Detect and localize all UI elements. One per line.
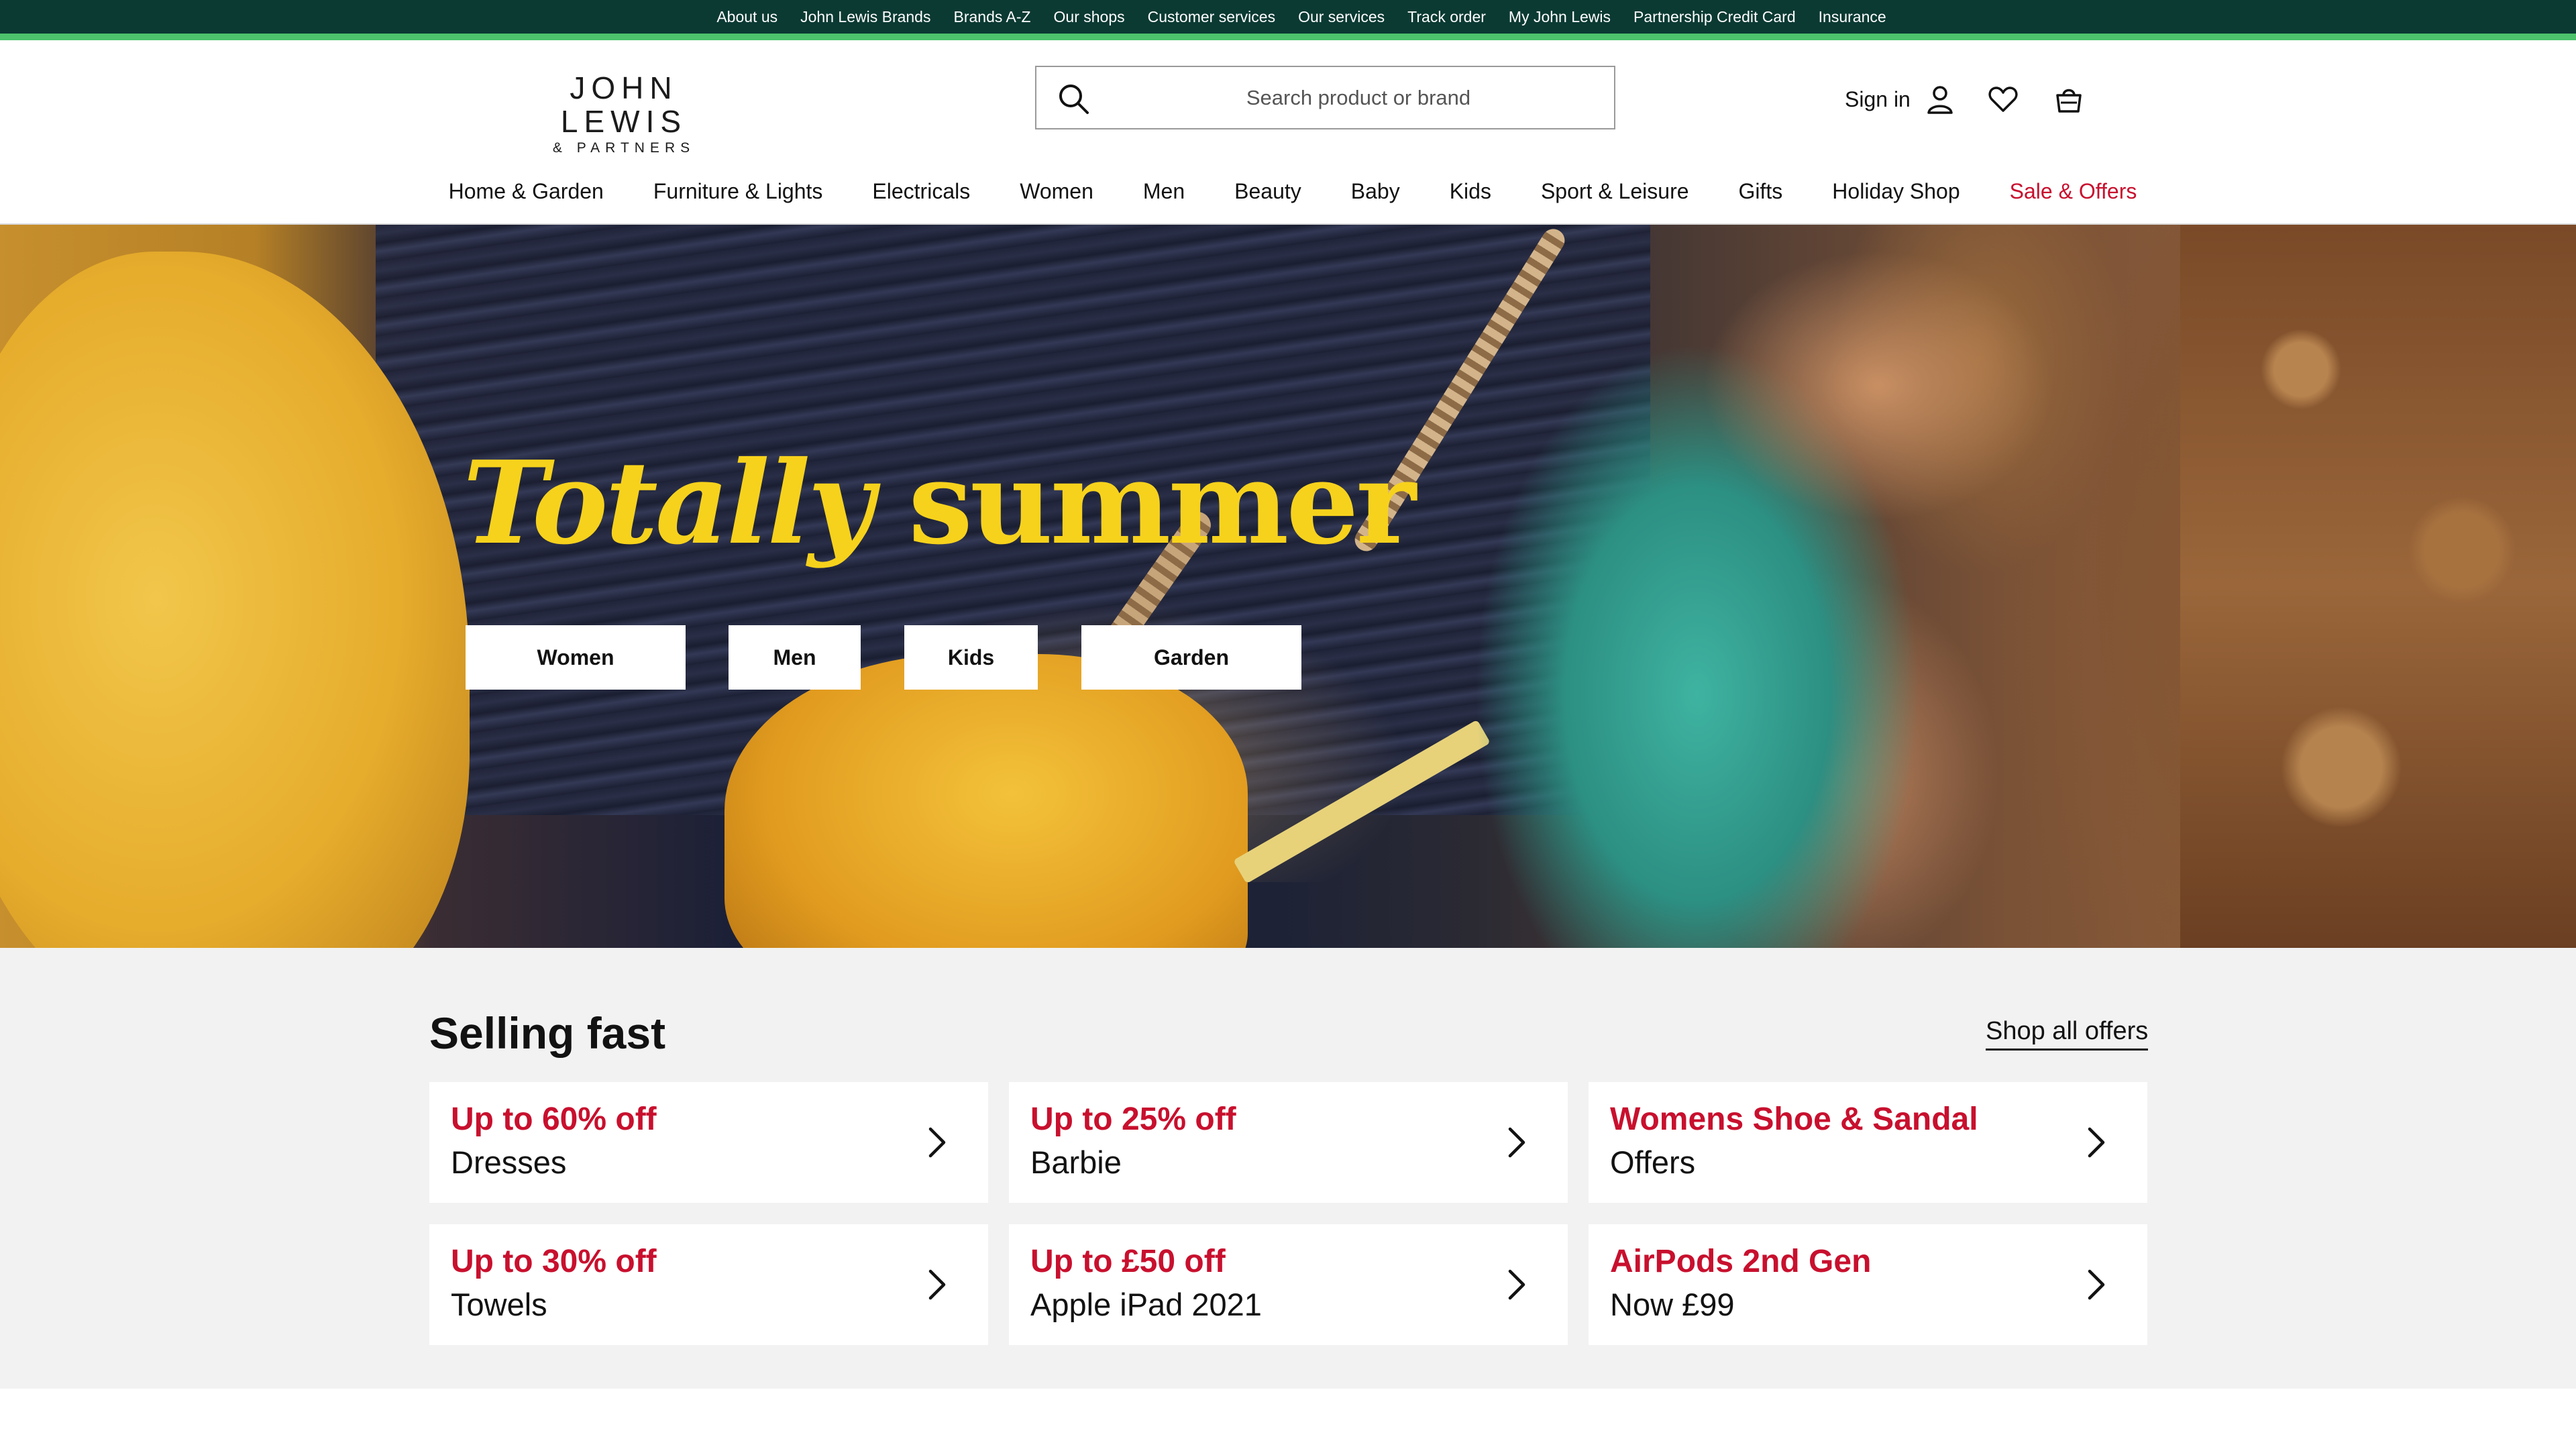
hero-title: Totally summer — [463, 446, 1416, 560]
offer-card-subtitle: Apple iPad 2021 — [1030, 1287, 1262, 1322]
user-icon — [1923, 82, 1957, 117]
offer-card-towels[interactable]: Up to 30% off Towels — [429, 1224, 988, 1345]
utility-link-partnership-credit-card[interactable]: Partnership Credit Card — [1633, 8, 1796, 26]
offer-card-barbie[interactable]: Up to 25% off Barbie — [1009, 1082, 1568, 1203]
brand-stripe — [0, 34, 2576, 40]
offer-card-subtitle: Dresses — [451, 1144, 567, 1180]
offer-card-airpods[interactable]: AirPods 2nd Gen Now £99 — [1589, 1224, 2147, 1345]
nav-item-furniture-lights[interactable]: Furniture & Lights — [653, 179, 823, 204]
offer-card-dresses[interactable]: Up to 60% off Dresses — [429, 1082, 988, 1203]
heart-icon[interactable] — [1986, 82, 2021, 117]
nav-item-kids[interactable]: Kids — [1450, 179, 1491, 204]
hero-towel-front — [724, 654, 1248, 948]
nav-item-home-garden[interactable]: Home & Garden — [449, 179, 604, 204]
basket-icon[interactable] — [2051, 82, 2086, 117]
sign-in-button[interactable]: Sign in — [1845, 82, 1957, 117]
chevron-right-icon — [2074, 1263, 2116, 1306]
nav-item-sale-offers[interactable]: Sale & Offers — [2010, 179, 2137, 204]
search-icon[interactable] — [1057, 82, 1090, 115]
utility-link-brands-a-z[interactable]: Brands A-Z — [953, 8, 1030, 26]
hero-button-kids[interactable]: Kids — [904, 625, 1038, 690]
nav-item-baby[interactable]: Baby — [1351, 179, 1400, 204]
utility-link-our-services[interactable]: Our services — [1298, 8, 1385, 26]
nav-item-women[interactable]: Women — [1020, 179, 1093, 204]
offer-card-subtitle: Offers — [1610, 1144, 1696, 1180]
offer-card-headline: Up to 25% off — [1030, 1102, 1236, 1137]
hero-banner-image[interactable] — [0, 225, 2576, 948]
offer-card-ipad[interactable]: Up to £50 off Apple iPad 2021 — [1009, 1224, 1568, 1345]
utility-nav: About us John Lewis Brands Brands A-Z Ou… — [0, 0, 2576, 34]
chevron-right-icon — [2074, 1121, 2116, 1164]
selling-fast-title: Selling fast — [429, 1008, 666, 1058]
chevron-right-icon — [1494, 1263, 1537, 1306]
offer-card-headline: Womens Shoe & Sandal — [1610, 1102, 1978, 1137]
nav-item-holiday-shop[interactable]: Holiday Shop — [1832, 179, 1960, 204]
header-actions: Sign in — [1845, 79, 2086, 119]
logo-main-text: JOHN LEWIS — [560, 70, 688, 139]
utility-link-track-order[interactable]: Track order — [1407, 8, 1486, 26]
utility-link-insurance[interactable]: Insurance — [1819, 8, 1886, 26]
hero-model — [1456, 225, 2227, 948]
chevron-right-icon — [1494, 1121, 1537, 1164]
utility-link-john-lewis-brands[interactable]: John Lewis Brands — [800, 8, 930, 26]
offer-card-subtitle: Barbie — [1030, 1144, 1122, 1180]
search-bar — [1035, 66, 1615, 129]
sign-in-label: Sign in — [1845, 87, 1911, 111]
offer-card-headline: Up to £50 off — [1030, 1244, 1226, 1279]
chevron-right-icon — [914, 1263, 957, 1306]
chevron-right-icon — [914, 1121, 957, 1164]
utility-link-my-john-lewis[interactable]: My John Lewis — [1509, 8, 1611, 26]
hero-rocks — [2180, 225, 2576, 948]
offer-card-headline: Up to 30% off — [451, 1244, 657, 1279]
offer-card-womens-shoes[interactable]: Womens Shoe & Sandal Offers — [1589, 1082, 2147, 1203]
hero-title-rest: summer — [908, 436, 1416, 570]
search-input[interactable] — [1117, 67, 1600, 128]
hero-button-men[interactable]: Men — [729, 625, 861, 690]
nav-item-gifts[interactable]: Gifts — [1739, 179, 1783, 204]
main-nav: Home & Garden Furniture & Lights Electri… — [0, 168, 2576, 215]
offer-card-subtitle: Towels — [451, 1287, 547, 1322]
offer-card-headline: AirPods 2nd Gen — [1610, 1244, 1872, 1279]
nav-item-sport-leisure[interactable]: Sport & Leisure — [1541, 179, 1689, 204]
utility-link-customer-services[interactable]: Customer services — [1148, 8, 1275, 26]
shop-all-offers-link[interactable]: Shop all offers — [1986, 1017, 2149, 1051]
offer-card-headline: Up to 60% off — [451, 1102, 657, 1137]
site-logo[interactable]: JOHN LEWIS & PARTNERS — [503, 71, 745, 156]
nav-item-electricals[interactable]: Electricals — [872, 179, 970, 204]
utility-link-about-us[interactable]: About us — [716, 8, 777, 26]
hero-title-italic: Totally — [463, 436, 874, 570]
offer-card-subtitle: Now £99 — [1610, 1287, 1735, 1322]
nav-item-beauty[interactable]: Beauty — [1234, 179, 1301, 204]
hero-button-women[interactable]: Women — [466, 625, 686, 690]
utility-link-our-shops[interactable]: Our shops — [1054, 8, 1125, 26]
hero-button-garden[interactable]: Garden — [1081, 625, 1301, 690]
nav-item-men[interactable]: Men — [1143, 179, 1185, 204]
logo-sub-text: & PARTNERS — [552, 140, 696, 156]
